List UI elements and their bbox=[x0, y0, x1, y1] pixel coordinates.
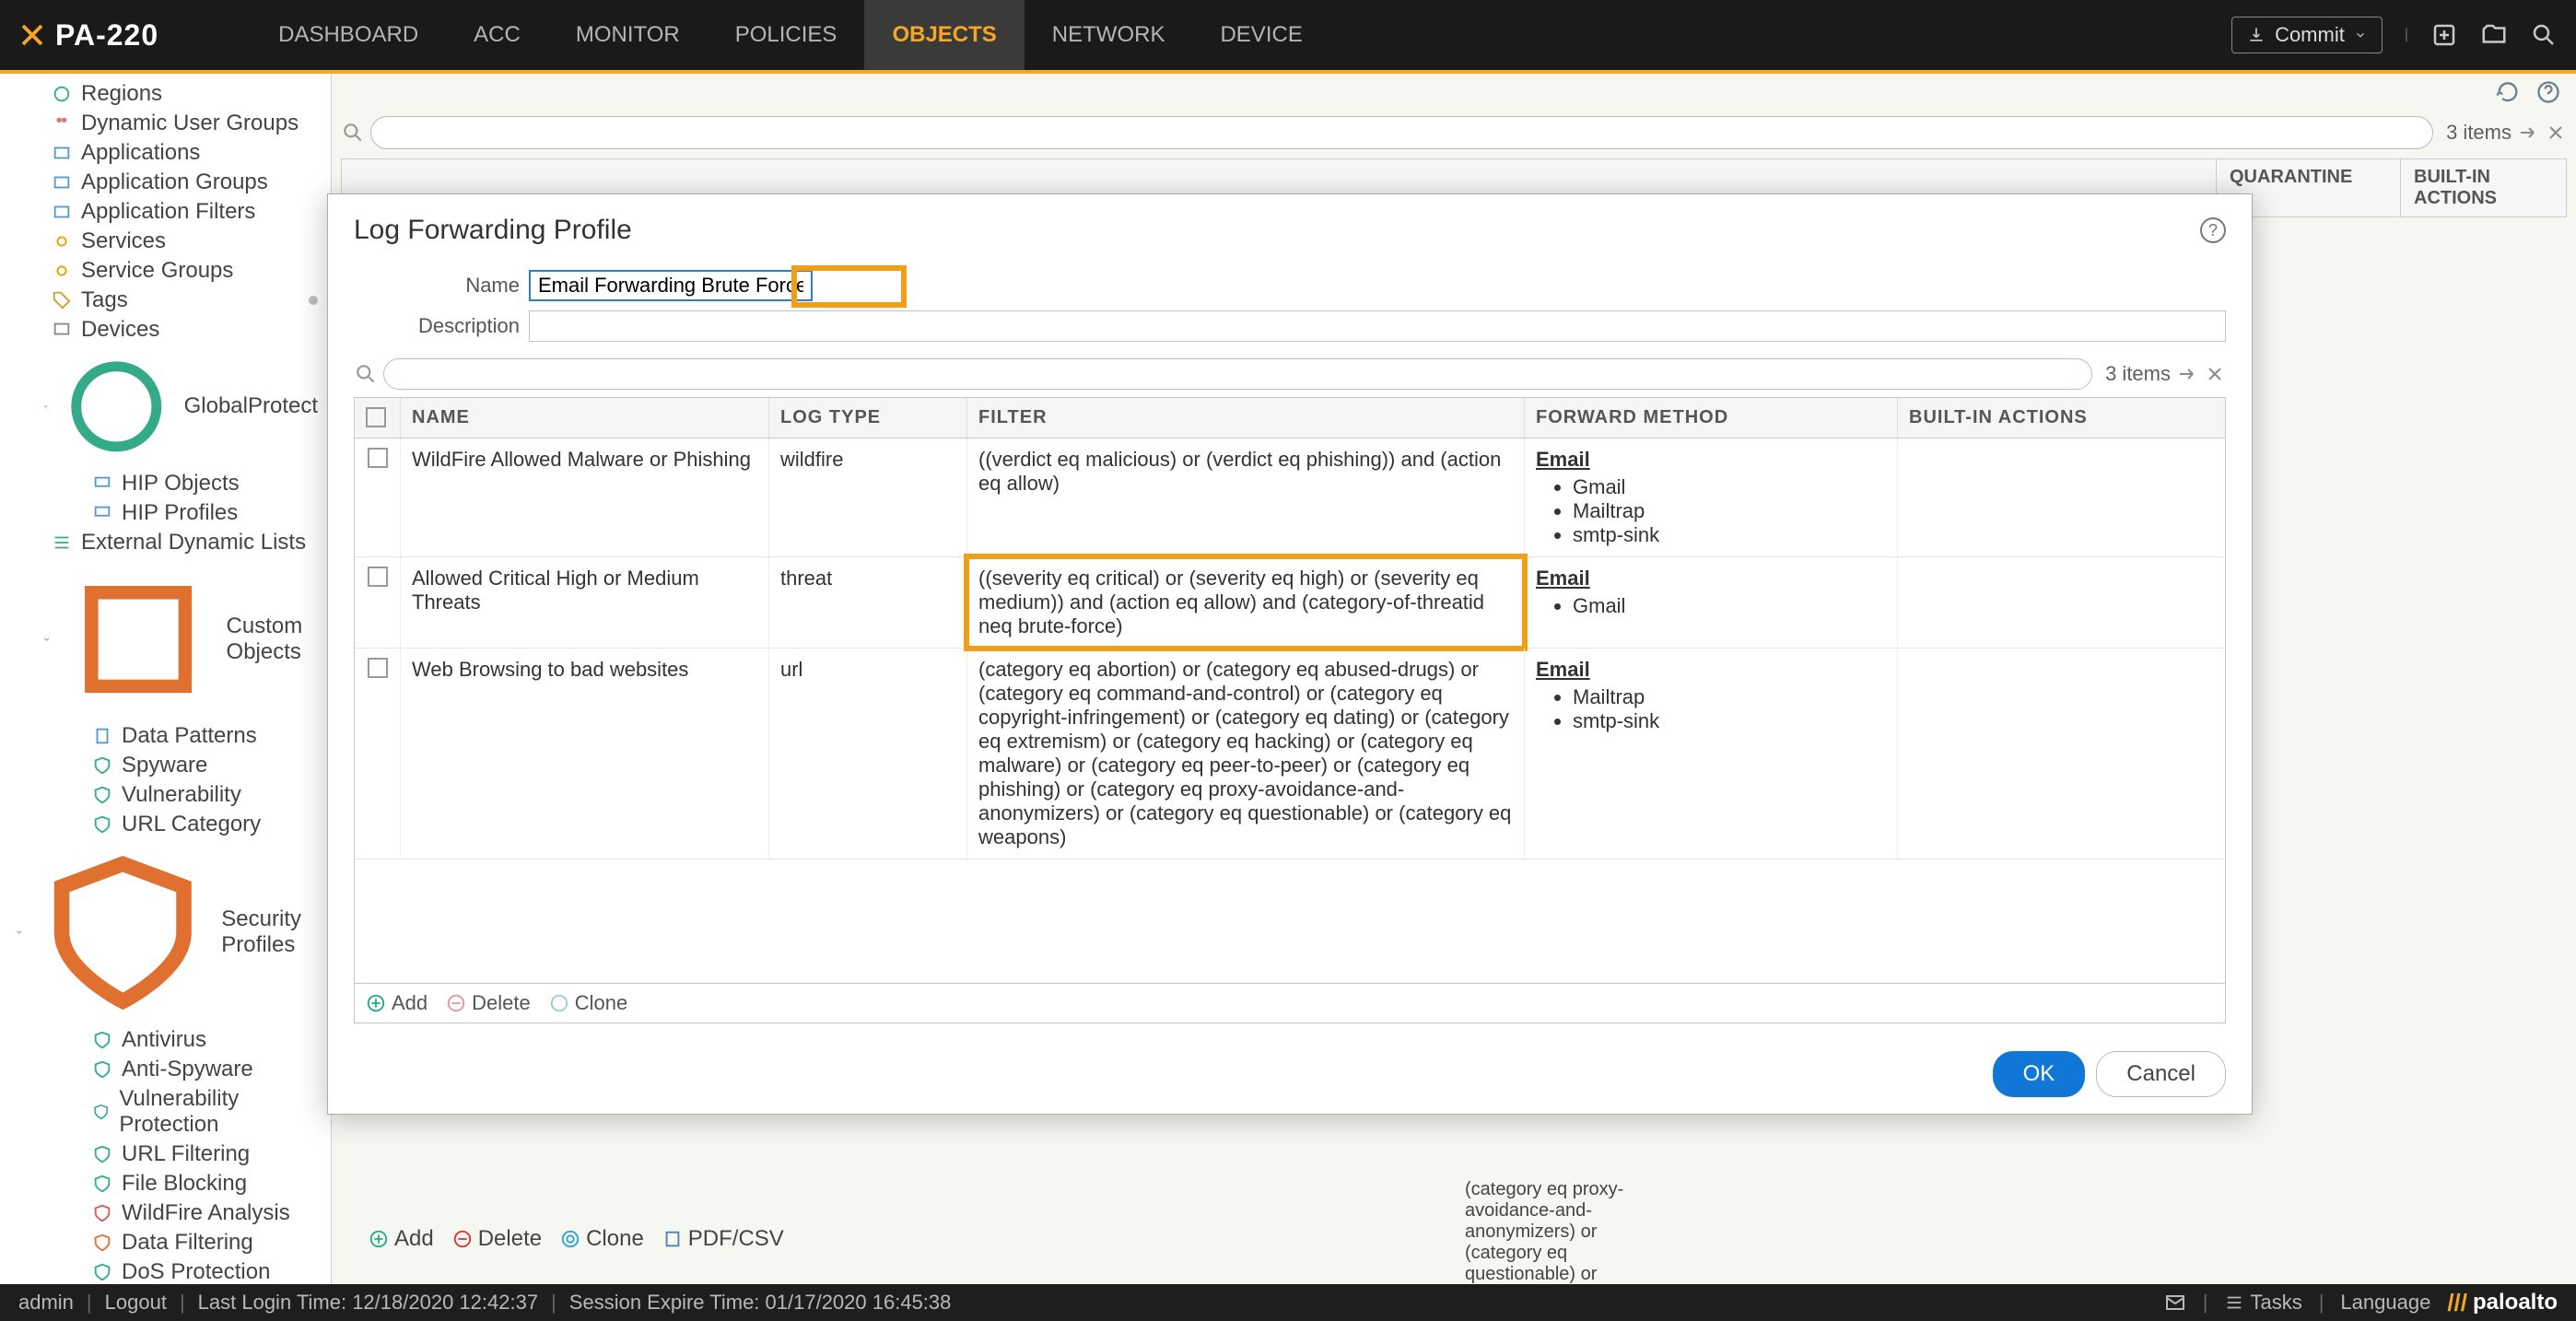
method-item: Gmail bbox=[1573, 475, 1886, 499]
highlight-annotation bbox=[964, 554, 1528, 651]
cell-name: WildFire Allowed Malware or Phishing bbox=[401, 438, 769, 556]
grid-row[interactable]: Web Browsing to bad websitesurl(category… bbox=[355, 649, 2225, 859]
cell-name: Web Browsing to bad websites bbox=[401, 649, 769, 859]
col-actions[interactable]: BUILT-IN ACTIONS bbox=[1898, 398, 2225, 438]
status-user[interactable]: admin bbox=[18, 1291, 74, 1315]
grid-add-button[interactable]: Add bbox=[366, 991, 427, 1015]
language-link[interactable]: Language bbox=[2340, 1291, 2430, 1315]
cell-name: Allowed Critical High or Medium Threats bbox=[401, 557, 769, 648]
action-label: Add bbox=[392, 991, 427, 1015]
cell-logtype: threat bbox=[769, 557, 967, 648]
cell-actions bbox=[1898, 438, 2225, 556]
col-name[interactable]: NAME bbox=[401, 398, 769, 438]
cell-method: Email Gmail bbox=[1525, 557, 1898, 648]
action-label: Clone bbox=[575, 991, 627, 1015]
modal-title: Log Forwarding Profile bbox=[354, 215, 632, 246]
action-label: Delete bbox=[472, 991, 531, 1015]
clone-icon bbox=[549, 993, 569, 1013]
method-item: Mailtrap bbox=[1573, 685, 1886, 709]
description-label: Description bbox=[354, 314, 529, 338]
paloalto-brand: ///paloalto bbox=[2447, 1289, 2558, 1317]
grid-search-input[interactable] bbox=[383, 358, 2092, 390]
minus-circle-icon bbox=[446, 993, 466, 1013]
cancel-button[interactable]: Cancel bbox=[2096, 1051, 2226, 1097]
row-checkbox[interactable] bbox=[368, 567, 388, 587]
method-title: Email bbox=[1536, 658, 1590, 681]
grid-items-counter: 3 items bbox=[2105, 362, 2171, 386]
grid-delete-button[interactable]: Delete bbox=[446, 991, 531, 1015]
col-method[interactable]: FORWARD METHOD bbox=[1525, 398, 1898, 438]
grid-clone-button[interactable]: Clone bbox=[549, 991, 627, 1015]
method-item: Gmail bbox=[1573, 594, 1886, 618]
session-expire-text: Session Expire Time: 01/17/2020 16:45:38 bbox=[569, 1291, 952, 1315]
row-checkbox[interactable] bbox=[368, 448, 388, 468]
cell-actions bbox=[1898, 557, 2225, 648]
tasks-label: Tasks bbox=[2250, 1291, 2301, 1315]
search-icon bbox=[354, 362, 378, 386]
modal-help-icon[interactable]: ? bbox=[2200, 217, 2226, 243]
cell-filter: ((verdict eq malicious) or (verdict eq p… bbox=[967, 438, 1525, 556]
grid-header: NAME LOG TYPE FILTER FORWARD METHOD BUIL… bbox=[355, 398, 2225, 438]
method-item: smtp-sink bbox=[1573, 709, 1886, 733]
modal-header: Log Forwarding Profile ? bbox=[328, 194, 2252, 266]
cell-filter: ((severity eq critical) or (severity eq … bbox=[967, 557, 1525, 648]
ok-button[interactable]: OK bbox=[1993, 1051, 2086, 1097]
close-icon[interactable] bbox=[2204, 363, 2226, 385]
cell-method: Email Mailtrapsmtp-sink bbox=[1525, 649, 1898, 859]
cell-filter: (category eq abortion) or (category eq a… bbox=[967, 649, 1525, 859]
row-checkbox[interactable] bbox=[368, 658, 388, 678]
col-logtype[interactable]: LOG TYPE bbox=[769, 398, 967, 438]
modal-footer: OK Cancel bbox=[328, 1035, 2252, 1114]
name-label: Name bbox=[354, 274, 529, 298]
grid-row[interactable]: Allowed Critical High or Medium Threatst… bbox=[355, 557, 2225, 649]
method-item: Mailtrap bbox=[1573, 499, 1886, 523]
brand-text: paloalto bbox=[2473, 1290, 2558, 1315]
log-forwarding-modal: Log Forwarding Profile ? Name Descriptio… bbox=[327, 193, 2253, 1115]
last-login-text: Last Login Time: 12/18/2020 12:42:37 bbox=[198, 1291, 538, 1315]
modal-overlay: Log Forwarding Profile ? Name Descriptio… bbox=[0, 0, 2576, 1321]
plus-circle-icon bbox=[366, 993, 386, 1013]
grid-footer: Add Delete Clone bbox=[355, 983, 2225, 1023]
cell-logtype: wildfire bbox=[769, 438, 967, 556]
grid-row[interactable]: WildFire Allowed Malware or Phishingwild… bbox=[355, 438, 2225, 557]
cell-actions bbox=[1898, 649, 2225, 859]
status-bar: admin | Logout | Last Login Time: 12/18/… bbox=[0, 1284, 2576, 1321]
method-item: smtp-sink bbox=[1573, 523, 1886, 547]
method-title: Email bbox=[1536, 567, 1590, 590]
cell-method: Email GmailMailtrapsmtp-sink bbox=[1525, 438, 1898, 556]
arrow-right-icon[interactable] bbox=[2176, 363, 2198, 385]
cell-logtype: url bbox=[769, 649, 967, 859]
name-input[interactable] bbox=[529, 270, 813, 301]
tasks-icon bbox=[2224, 1292, 2244, 1313]
logout-link[interactable]: Logout bbox=[105, 1291, 167, 1315]
tasks-link[interactable]: Tasks bbox=[2224, 1291, 2301, 1315]
description-input[interactable] bbox=[529, 310, 2226, 342]
method-title: Email bbox=[1536, 448, 1590, 471]
select-all-checkbox[interactable] bbox=[366, 407, 386, 427]
match-list-grid: NAME LOG TYPE FILTER FORWARD METHOD BUIL… bbox=[354, 397, 2226, 1023]
col-filter[interactable]: FILTER bbox=[967, 398, 1525, 438]
mail-icon[interactable] bbox=[2164, 1292, 2186, 1314]
